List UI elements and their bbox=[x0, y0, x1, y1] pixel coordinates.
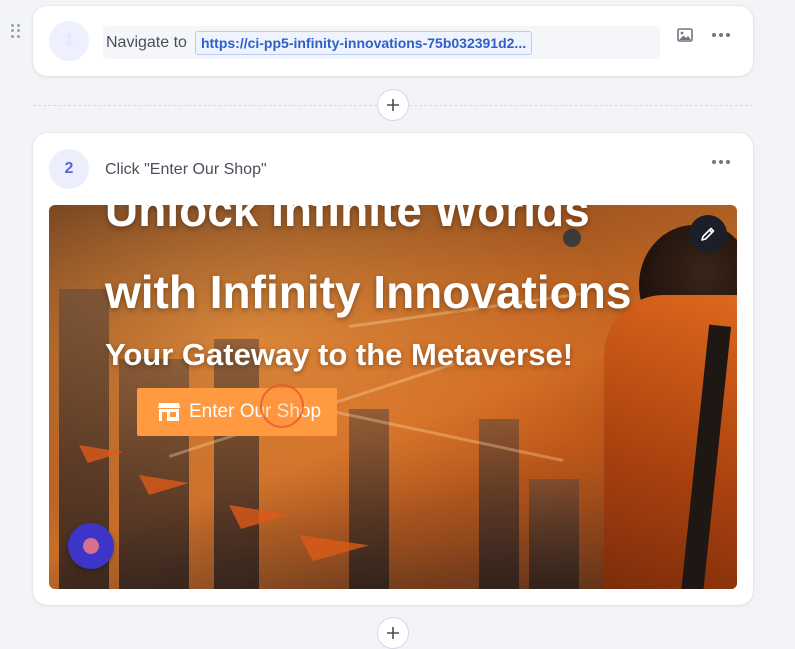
step-card-1: 1 Navigate to https://ci-pp5-infinity-in… bbox=[33, 6, 753, 76]
step-card-2: 2 Click "Enter Our Shop" Unlock Infinite… bbox=[33, 133, 753, 605]
navigate-label: Navigate to bbox=[106, 33, 187, 51]
navigate-step-field[interactable]: Navigate to https://ci-pp5-infinity-inno… bbox=[103, 26, 660, 59]
hero-headline-line2: with Infinity Innovations bbox=[105, 266, 632, 318]
drag-handle-icon[interactable] bbox=[11, 24, 21, 38]
record-icon bbox=[83, 538, 99, 554]
enter-shop-button[interactable]: Enter Our Shop bbox=[137, 388, 337, 436]
step-title: Click "Enter Our Shop" bbox=[105, 161, 267, 178]
edit-screenshot-button[interactable] bbox=[689, 215, 727, 253]
plus-icon bbox=[387, 627, 399, 639]
pencil-icon bbox=[701, 227, 715, 241]
more-options-icon[interactable] bbox=[711, 25, 731, 45]
plus-icon bbox=[387, 99, 399, 111]
step-screenshot[interactable]: Unlock Infinite Worlds with Infinity Inn… bbox=[49, 205, 737, 589]
record-button[interactable] bbox=[68, 523, 114, 569]
image-icon[interactable] bbox=[675, 25, 695, 45]
store-icon bbox=[158, 403, 180, 421]
step-number-badge: 1 bbox=[49, 21, 89, 61]
more-options-icon[interactable] bbox=[711, 152, 731, 172]
add-step-button[interactable] bbox=[377, 89, 409, 121]
background-building bbox=[349, 409, 389, 589]
background-building bbox=[529, 479, 579, 589]
hero-headline-line1: Unlock Infinite Worlds bbox=[105, 205, 590, 236]
hero-subheadline: Your Gateway to the Metaverse! bbox=[105, 337, 574, 372]
add-step-button[interactable] bbox=[377, 617, 409, 649]
click-indicator bbox=[260, 384, 304, 428]
light-streak bbox=[308, 405, 564, 463]
url-chip[interactable]: https://ci-pp5-infinity-innovations-75b0… bbox=[194, 30, 533, 55]
background-building bbox=[214, 339, 259, 589]
step-number-badge: 2 bbox=[49, 149, 89, 189]
